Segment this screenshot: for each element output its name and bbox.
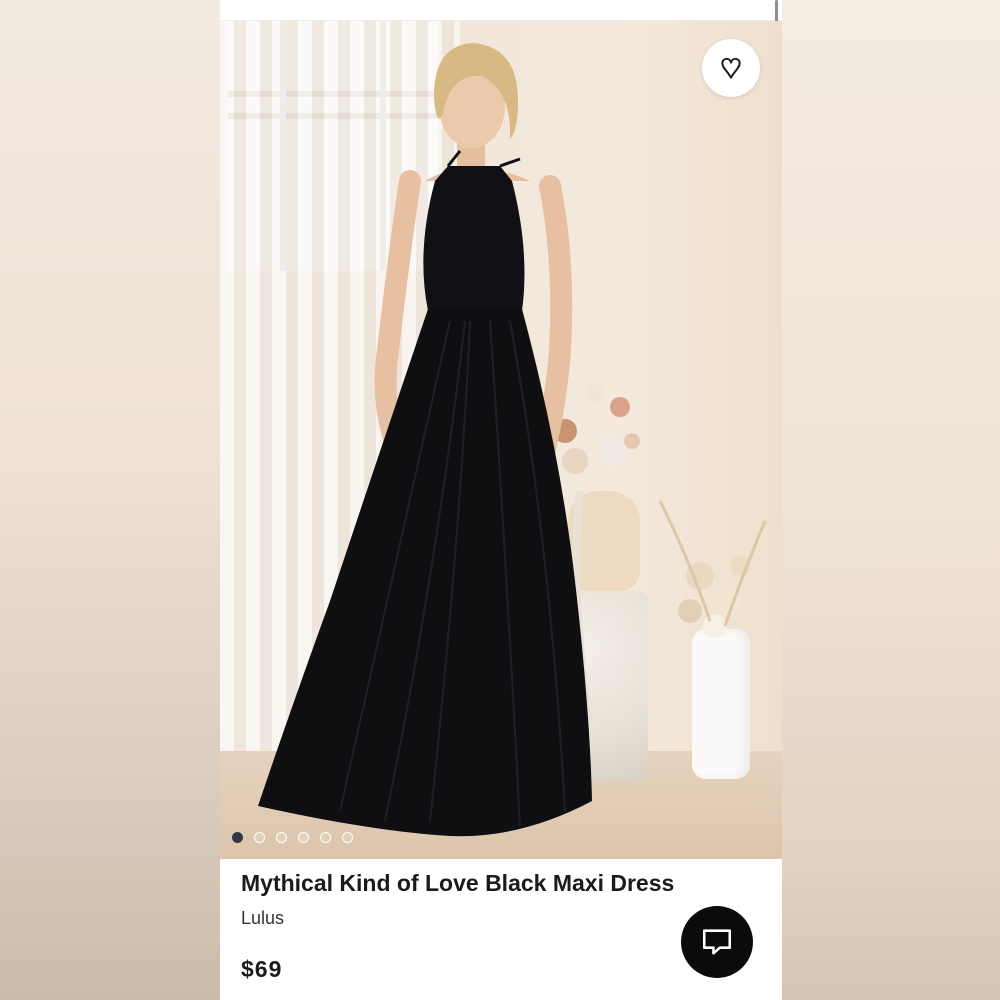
product-title: Mythical Kind of Love Black Maxi Dress: [241, 870, 675, 896]
product-price: $69: [241, 956, 283, 982]
carousel-dot-active[interactable]: [232, 832, 243, 843]
product-brand[interactable]: Lulus: [241, 908, 284, 929]
blurred-background-right: [782, 0, 1000, 1000]
carousel-dot[interactable]: [298, 832, 309, 843]
blurred-background-left: [0, 0, 220, 1000]
chat-button[interactable]: [681, 906, 753, 978]
product-image-carousel[interactable]: [220, 21, 782, 859]
carousel-dot[interactable]: [320, 832, 331, 843]
top-bar: [220, 0, 782, 21]
model-in-dress-image: [258, 43, 767, 837]
heart-icon: [721, 57, 741, 79]
carousel-dot[interactable]: [254, 832, 265, 843]
carousel-dot[interactable]: [276, 832, 287, 843]
carousel-dot[interactable]: [342, 832, 353, 843]
product-screen: Mythical Kind of Love Black Maxi Dress L…: [220, 0, 782, 1000]
favorite-button[interactable]: [702, 39, 760, 97]
chat-bubble-icon: [702, 929, 732, 955]
carousel-indicator: [232, 832, 353, 843]
dried-flowers: [658, 500, 767, 638]
